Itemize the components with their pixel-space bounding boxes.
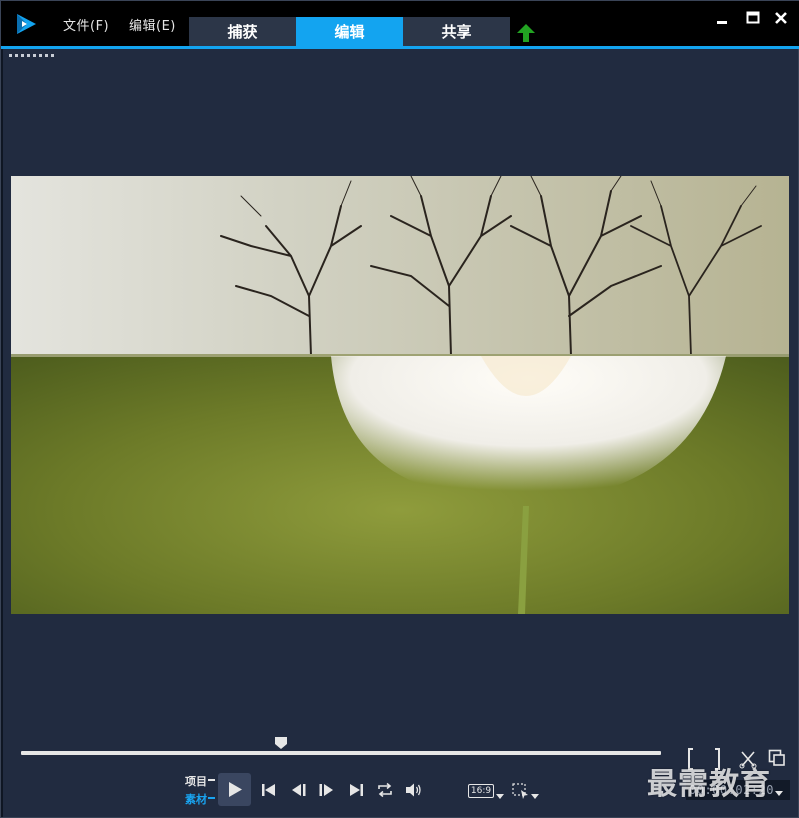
- go-to-end-icon[interactable]: [347, 781, 365, 799]
- app-logo-icon: [17, 14, 36, 34]
- menu-file[interactable]: 文件(F): [63, 15, 109, 34]
- panel-grip-handle[interactable]: [9, 54, 55, 57]
- previous-frame-icon[interactable]: [290, 781, 308, 799]
- timecode-dropdown-icon[interactable]: [775, 791, 783, 796]
- play-button[interactable]: [218, 773, 251, 806]
- volume-icon[interactable]: [404, 781, 422, 799]
- selection-tool-icon[interactable]: [512, 783, 532, 800]
- minimize-icon[interactable]: [713, 9, 731, 27]
- app-window: 文件(F) 编辑(E) 捕获 编辑 共享 项目 素材 16:9 00:00:02…: [0, 0, 799, 818]
- timeline-scrubber[interactable]: [21, 751, 661, 755]
- preview-frame: [11, 176, 789, 614]
- mode-project-label[interactable]: 项目: [185, 773, 207, 789]
- mode-clip-indicator: [208, 797, 215, 799]
- maximize-icon[interactable]: [744, 9, 762, 27]
- title-bar: 文件(F) 编辑(E) 捕获 编辑 共享: [1, 1, 799, 47]
- menu-edit[interactable]: 编辑(E): [129, 15, 176, 34]
- tab-capture[interactable]: 捕获: [189, 17, 296, 47]
- tab-share[interactable]: 共享: [403, 17, 510, 47]
- selection-tool-dropdown-icon[interactable]: [531, 794, 539, 799]
- playhead-handle[interactable]: [274, 736, 288, 750]
- aspect-ratio-dropdown-icon[interactable]: [496, 794, 504, 799]
- close-icon[interactable]: [772, 9, 790, 27]
- go-to-start-icon[interactable]: [260, 781, 278, 799]
- aspect-ratio-button[interactable]: 16:9: [468, 784, 494, 798]
- mode-project-indicator: [208, 779, 215, 781]
- mode-clip-label[interactable]: 素材: [185, 791, 207, 807]
- upload-icon[interactable]: [516, 23, 536, 43]
- next-frame-icon[interactable]: [317, 781, 335, 799]
- tab-edit[interactable]: 编辑: [296, 17, 403, 47]
- play-icon: [229, 782, 242, 797]
- repeat-icon[interactable]: [376, 781, 394, 799]
- watermark: 最需教育: [647, 767, 771, 802]
